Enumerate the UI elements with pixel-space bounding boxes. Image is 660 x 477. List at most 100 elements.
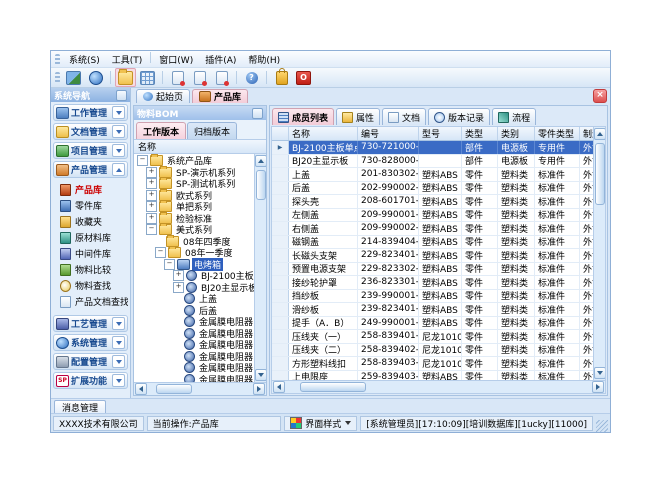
table-row[interactable]: 右侧盖209-990002-01I塑料ABS零件塑料类标准件外协条 (272, 222, 593, 236)
tree-node[interactable]: 上盖 (134, 293, 254, 305)
grid-hscroll-thumb[interactable] (300, 382, 366, 392)
scroll-left-icon[interactable] (273, 381, 285, 393)
tree-scroll-thumb[interactable] (256, 170, 266, 200)
scroll-up-icon[interactable] (594, 128, 606, 140)
expand-plus-icon[interactable]: + (146, 213, 157, 224)
tree-column-header[interactable]: 名称 (134, 139, 266, 154)
sidebar-item-收藏夹[interactable]: 收藏夹 (60, 215, 128, 228)
message-manager-tab[interactable]: 消息管理 (54, 400, 106, 413)
table-row[interactable]: 接纱轮护罩236-823301-00I塑料ABS零件塑料类标准件外协条 (272, 276, 593, 290)
tab-文档[interactable]: 文档 (382, 108, 426, 125)
table-row[interactable]: 磁钢盖214-839404-01I塑料ABS零件塑料类标准件外协条 (272, 236, 593, 250)
tree-node[interactable]: +BJ20主显示板 (134, 282, 254, 294)
expand-plus-icon[interactable]: + (146, 167, 157, 178)
column-header-零件类型[interactable]: 零件类型 (535, 127, 580, 140)
exit-button[interactable]: O (293, 68, 314, 87)
scroll-down-icon[interactable] (255, 369, 267, 381)
chevron-down-icon[interactable] (112, 144, 125, 157)
table-row[interactable]: 预置电源支架229-823302-00I塑料ABS零件塑料类标准件外协条 (272, 263, 593, 277)
expand-plus-icon[interactable]: + (146, 178, 157, 189)
scroll-right-icon[interactable] (592, 381, 604, 393)
menubar-grip[interactable] (55, 54, 60, 65)
chevron-up-icon[interactable] (112, 163, 125, 176)
menu-item-4[interactable]: 插件(A) (199, 52, 242, 67)
sidebar-item-物料查找[interactable]: 物料查找 (60, 279, 128, 292)
sidebar-section-6[interactable]: 系统管理 (53, 334, 128, 351)
sidebar-item-物料比较[interactable]: 物料比较 (60, 263, 128, 276)
expand-plus-icon[interactable]: + (173, 270, 184, 281)
close-document-icon[interactable]: × (593, 89, 607, 103)
tab-流程[interactable]: 流程 (492, 108, 536, 125)
table-button[interactable] (137, 68, 158, 87)
ui-style-dropdown[interactable]: 界面样式 (284, 416, 357, 431)
tab-产品库[interactable]: 产品库 (192, 89, 248, 103)
menu-item-1[interactable]: 系统(S) (63, 52, 106, 67)
sidebar-section-3[interactable]: 项目管理 (53, 142, 128, 159)
chevron-down-icon[interactable] (112, 374, 125, 387)
chevron-down-icon[interactable] (112, 317, 125, 330)
column-header-类别[interactable]: 类别 (498, 127, 535, 140)
computer-button[interactable] (63, 68, 84, 87)
globe-button[interactable] (85, 68, 106, 87)
tab-成员列表[interactable]: 成员列表 (272, 108, 334, 125)
pin-icon[interactable] (252, 108, 263, 119)
tree-horizontal-scrollbar[interactable] (134, 382, 266, 395)
toolbar-grip[interactable] (55, 72, 60, 83)
table-row[interactable]: 方形塑料线扣258-839403-00I尼龙1010零件塑料类标准件外协条 (272, 357, 593, 371)
menu-item-3[interactable]: 窗口(W) (153, 52, 199, 67)
chevron-down-icon[interactable] (112, 106, 125, 119)
tab-工作版本[interactable]: 工作版本 (136, 122, 186, 139)
sidebar-section-1[interactable]: 工作管理 (53, 104, 128, 121)
grid-scroll-thumb[interactable] (595, 143, 605, 205)
scroll-up-icon[interactable] (255, 155, 267, 167)
chevron-down-icon[interactable] (112, 125, 125, 138)
tab-版本记录[interactable]: 版本记录 (428, 108, 490, 125)
grid-vertical-scrollbar[interactable] (593, 127, 605, 380)
table-row[interactable]: 探头壳208-601701-01I塑料ABS零件塑料类标准件外协条 (272, 195, 593, 209)
tab-起始页[interactable]: 起始页 (136, 89, 190, 103)
doc-edit-button[interactable] (189, 68, 210, 87)
table-row[interactable]: 压线夹（二）258-839402-00I尼龙1010零件塑料类标准件外协条 (272, 344, 593, 358)
expand-plus-icon[interactable]: + (146, 190, 157, 201)
column-header-编号[interactable]: 编号 (358, 127, 419, 140)
scroll-down-icon[interactable] (594, 367, 606, 379)
resize-grip[interactable] (596, 420, 608, 432)
tab-归档版本[interactable]: 归档版本 (187, 122, 237, 139)
column-header-类型[interactable]: 类型 (462, 127, 498, 140)
menu-item-2[interactable]: 工具(T) (106, 52, 149, 67)
chevron-down-icon[interactable] (112, 336, 125, 349)
grid-horizontal-scrollbar[interactable] (272, 380, 605, 393)
help-button[interactable]: ? (241, 68, 262, 87)
tree-node[interactable]: 金属膜电阻器 (134, 374, 254, 383)
table-row[interactable]: 后盖202-990002-01I塑料ABS零件塑料类标准件外协条 (272, 182, 593, 196)
table-row[interactable]: BJ20主显示板730-828000-04I部件电源板专用件外协颗 (272, 155, 593, 169)
sidebar-section-5[interactable]: 工艺管理 (53, 315, 128, 332)
table-row[interactable]: 左侧盖209-990001-01I塑料ABS零件塑料类标准件外协条 (272, 209, 593, 223)
tab-属性[interactable]: 属性 (336, 108, 380, 125)
menu-item-5[interactable]: 帮助(H) (242, 52, 286, 67)
scroll-left-icon[interactable] (135, 383, 147, 395)
sidebar-item-中间件库[interactable]: 中间件库 (60, 247, 128, 260)
collapse-minus-icon[interactable]: − (155, 247, 166, 258)
table-row[interactable]: 上电限座259-839403-00I塑料ABS零件塑料类标准件外协条 (272, 371, 593, 381)
doc-delete-button[interactable] (211, 68, 232, 87)
table-row[interactable]: 长磁头支架229-823401-00I塑料ABS零件塑料类标准件外协条 (272, 249, 593, 263)
sidebar-collapse-icon[interactable] (116, 90, 127, 101)
sidebar-section-2[interactable]: 文档管理 (53, 123, 128, 140)
table-row[interactable]: 压线夹（一）258-839401-00I尼龙1010零件塑料类标准件外协条 (272, 330, 593, 344)
table-row[interactable]: ▶BJ-2100主板单点730-721000-12I部件电源板专用件外协颗 (272, 141, 593, 155)
sidebar-section-4[interactable]: 产品管理 (53, 161, 128, 178)
sidebar-section-8[interactable]: SP扩展功能 (53, 372, 128, 389)
tree-hscroll-thumb[interactable] (156, 384, 192, 394)
folder-button[interactable] (115, 68, 136, 87)
column-header-名称[interactable]: 名称 (289, 127, 358, 140)
doc-new-button[interactable] (167, 68, 188, 87)
collapse-minus-icon[interactable]: − (146, 224, 157, 235)
expand-plus-icon[interactable]: + (146, 201, 157, 212)
sidebar-item-产品库[interactable]: 产品库 (60, 183, 128, 196)
collapse-minus-icon[interactable]: − (164, 259, 175, 270)
table-row[interactable]: 上盖201-830302-00I塑料ABS零件塑料类标准件外协条 (272, 168, 593, 182)
collapse-minus-icon[interactable]: − (137, 155, 148, 166)
column-header-型号[interactable]: 型号 (419, 127, 462, 140)
table-row[interactable]: 滑纱板239-823401-00I塑料ABS零件塑料类标准件外协条 (272, 303, 593, 317)
